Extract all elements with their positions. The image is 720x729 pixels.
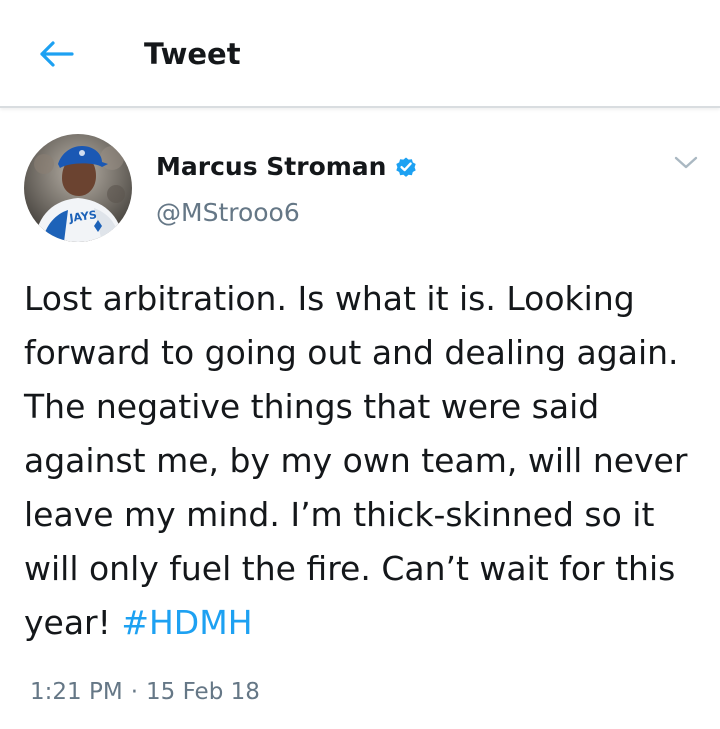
tweet-date: 15 Feb 18 (146, 679, 260, 705)
tweet-text: Lost arbitration. Is what it is. Looking… (24, 272, 704, 650)
tweet-timestamp: 1:21 PM · 15 Feb 18 (30, 674, 260, 710)
display-name: Marcus Stroman (156, 152, 387, 181)
tweet-body: Lost arbitration. Is what it is. Looking… (24, 279, 688, 642)
back-button[interactable] (30, 32, 82, 76)
verified-badge-icon (394, 155, 418, 179)
tweet-time: 1:21 PM (30, 679, 123, 705)
hashtag-link[interactable]: #HDMH (121, 603, 252, 642)
more-options-button[interactable] (668, 148, 704, 178)
back-arrow-icon (40, 41, 74, 67)
chevron-down-icon (674, 156, 698, 169)
page-title: Tweet (144, 37, 241, 71)
avatar[interactable]: JAYS (24, 134, 132, 242)
author-name-row[interactable]: Marcus Stroman (156, 150, 418, 184)
author-handle[interactable]: @MStrooo6 (156, 196, 300, 230)
timestamp-separator: · (130, 679, 138, 705)
top-app-bar: Tweet (0, 0, 720, 108)
